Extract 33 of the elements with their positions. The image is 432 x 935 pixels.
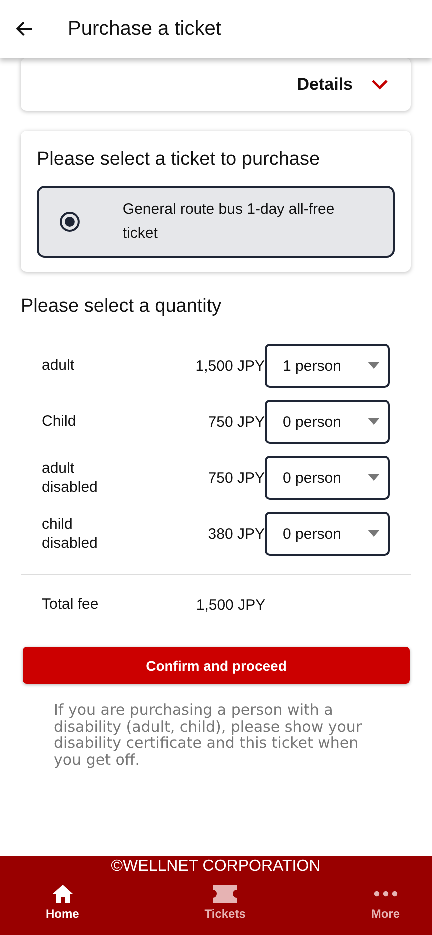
nav-tab[interactable]: Tickets xyxy=(204,884,246,921)
fare-type: child disabled xyxy=(42,514,99,554)
dropdown-caret-icon xyxy=(368,362,380,370)
fare-price: 750 JPY xyxy=(207,414,266,430)
radio-icon[interactable] xyxy=(59,211,81,233)
nav-tab[interactable]: More xyxy=(371,884,400,921)
total-label: Total fee xyxy=(42,595,100,615)
details-label[interactable]: Details xyxy=(297,74,353,94)
copyright-text: ©WELLNET CORPORATION xyxy=(111,858,321,876)
dropdown-caret-icon xyxy=(368,474,380,482)
dropdown-caret-icon xyxy=(368,418,380,426)
fare-price: 1,500 JPY xyxy=(194,358,266,374)
chevron-icon[interactable] xyxy=(371,78,389,90)
quantity-dropdown[interactable]: 0 person xyxy=(265,512,390,556)
dropdown-caret-icon xyxy=(368,530,380,538)
nav-tab[interactable]: Home xyxy=(46,884,80,921)
screen-title: Purchase a ticket xyxy=(68,18,222,40)
disability-note: If you are purchasing a person with a disability (adult, child), please show your disability certificate and this ticket when you get off. xyxy=(54,702,364,768)
fare-price: 750 JPY xyxy=(207,470,266,486)
quantity-dropdown[interactable]: 0 person xyxy=(265,456,390,500)
section-title: Please select a quantity xyxy=(21,296,223,318)
total-amount: 1,500 JPY xyxy=(195,596,266,614)
fare-type: adult xyxy=(42,356,76,376)
ticket-option[interactable]: General route bus 1-day all-free ticket xyxy=(37,186,395,258)
quantity-dropdown[interactable]: 0 person xyxy=(265,400,390,444)
fare-type: adult disabled xyxy=(42,458,99,498)
section-title: Please select a ticket to purchase xyxy=(37,149,322,171)
confirm-button[interactable]: Confirm and proceed xyxy=(23,647,410,684)
ticket-icon xyxy=(212,884,238,904)
home-icon xyxy=(52,884,74,904)
quantity-dropdown[interactable]: 1 person xyxy=(265,344,390,388)
fare-type: Child xyxy=(42,412,78,432)
fare-price: 380 JPY xyxy=(207,526,266,542)
